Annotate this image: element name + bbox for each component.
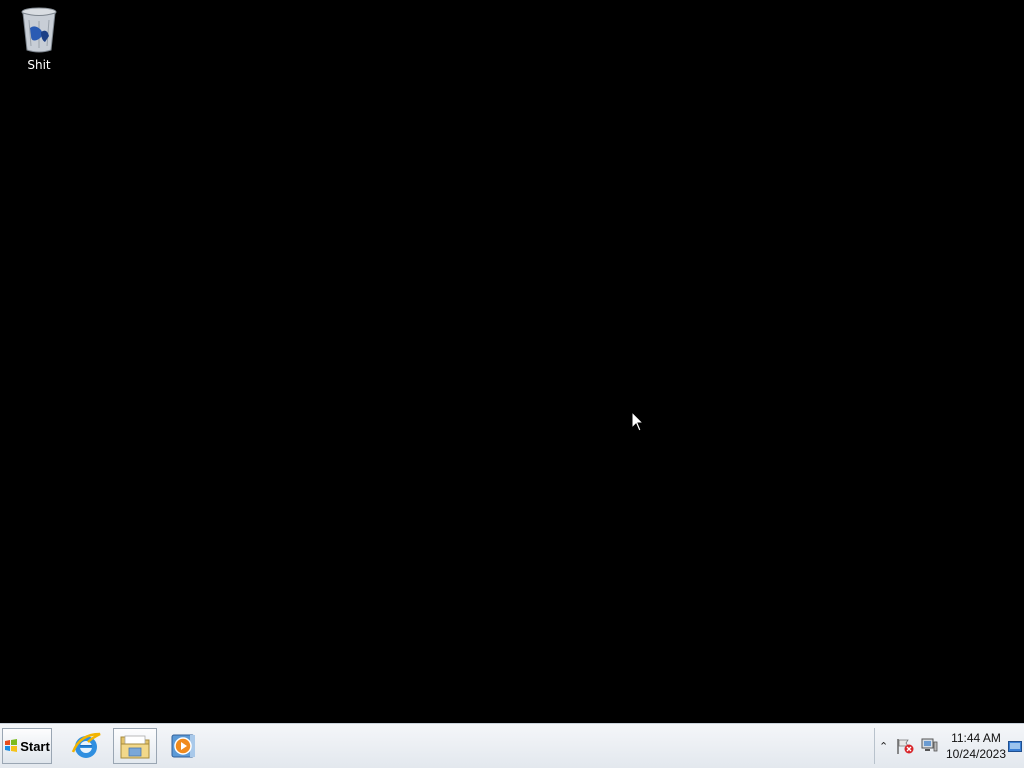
file-explorer-icon	[120, 735, 150, 759]
recycle-bin-icon	[21, 7, 57, 53]
taskbar-internet-explorer[interactable]	[64, 728, 108, 764]
desktop-icon-label: Shit	[27, 58, 51, 72]
system-tray: ⌃ 11:44 AM 10/24/2023	[874, 728, 1024, 764]
mouse-cursor-icon	[631, 411, 645, 432]
taskbar: Start ⌃ 11:44 AM 10/24/2023	[0, 723, 1024, 768]
clock-time: 11:44 AM	[951, 731, 1001, 745]
start-label: Start	[20, 738, 50, 754]
system-clock[interactable]: 11:44 AM 10/24/2023	[939, 730, 1013, 762]
desktop-icon-recycle-bin[interactable]: Shit	[10, 6, 68, 76]
show-hidden-icons-chevron-icon[interactable]: ⌃	[879, 740, 888, 753]
desktop[interactable]: Shit	[0, 0, 1024, 723]
action-center-flag-icon[interactable]	[895, 737, 915, 755]
start-button[interactable]: Start	[2, 728, 52, 764]
windows-media-player-icon	[171, 734, 195, 758]
taskbar-windows-media-player[interactable]	[162, 728, 206, 764]
taskbar-windows-explorer[interactable]	[113, 728, 157, 764]
internet-explorer-icon	[71, 732, 101, 758]
show-desktop-icon[interactable]	[1008, 741, 1022, 753]
clock-date: 10/24/2023	[945, 747, 1007, 761]
network-icon[interactable]	[920, 738, 938, 754]
windows-logo-icon	[5, 739, 18, 752]
